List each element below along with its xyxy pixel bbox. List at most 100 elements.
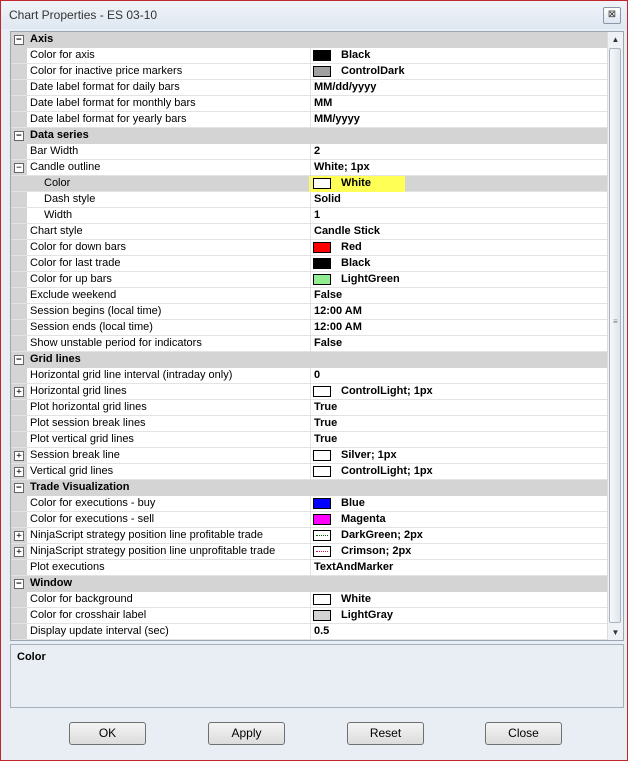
property-row[interactable]: Exclude weekend False (11, 288, 609, 304)
property-value[interactable]: 2 (314, 145, 320, 157)
property-row[interactable]: Show unstable period for indicators False (11, 336, 609, 352)
expand-icon[interactable]: + (14, 387, 24, 397)
expand-icon[interactable]: + (14, 547, 24, 557)
property-value[interactable]: True (314, 401, 337, 413)
property-row[interactable]: Color for last trade Black (11, 256, 609, 272)
property-row[interactable]: Horizontal grid line interval (intraday … (11, 368, 609, 384)
property-row[interactable]: Color for background White (11, 592, 609, 608)
property-row[interactable]: + NinjaScript strategy position line unpr… (11, 544, 609, 560)
property-value[interactable]: MM/yyyy (314, 113, 360, 125)
scroll-up-icon[interactable]: ▲ (608, 32, 623, 47)
category-label: Data series (30, 129, 89, 141)
property-row[interactable]: Color for up bars LightGreen (11, 272, 609, 288)
close-icon[interactable]: ⊠ (603, 7, 621, 24)
property-row[interactable]: Session begins (local time) 12:00 AM (11, 304, 609, 320)
property-row[interactable]: + NinjaScript strategy position line prof… (11, 528, 609, 544)
vertical-scrollbar[interactable]: ▲ ≡ ▼ (607, 32, 623, 640)
property-value[interactable]: 0 (314, 369, 320, 381)
property-value[interactable]: Black (341, 49, 370, 61)
property-value[interactable]: 1 (314, 209, 320, 221)
property-value[interactable]: MM/dd/yyyy (314, 81, 376, 93)
property-value[interactable]: White; 1px (314, 161, 370, 173)
expand-icon[interactable]: + (14, 451, 24, 461)
collapse-icon[interactable]: − (14, 163, 24, 173)
apply-button[interactable]: Apply (208, 722, 285, 745)
collapse-icon[interactable]: − (14, 355, 24, 365)
property-value[interactable]: LightGray (341, 609, 393, 621)
color-swatch (313, 546, 331, 557)
property-row[interactable]: Color for inactive price markers ControlD… (11, 64, 609, 80)
category-row[interactable]: − Data series (11, 128, 609, 144)
property-value[interactable]: ControlDark (341, 65, 405, 77)
property-row[interactable]: Color for down bars Red (11, 240, 609, 256)
property-value[interactable]: True (314, 417, 337, 429)
category-row[interactable]: − Window (11, 576, 609, 592)
property-value[interactable]: True (314, 433, 337, 445)
property-value[interactable]: False (314, 337, 342, 349)
property-value[interactable]: Magenta (341, 513, 386, 525)
property-value[interactable]: Silver; 1px (341, 449, 397, 461)
property-row[interactable]: Color for executions - buy Blue (11, 496, 609, 512)
expand-icon[interactable]: + (14, 467, 24, 477)
collapse-icon[interactable]: − (14, 483, 24, 493)
category-row[interactable]: − Trade Visualization (11, 480, 609, 496)
property-value[interactable]: DarkGreen; 2px (341, 529, 423, 541)
collapse-icon[interactable]: − (14, 35, 24, 45)
property-row[interactable]: Date label format for daily bars MM/dd/yy… (11, 80, 609, 96)
property-row[interactable]: Plot executions TextAndMarker (11, 560, 609, 576)
property-row[interactable]: Date label format for yearly bars MM/yyyy (11, 112, 609, 128)
property-row[interactable]: Dash style Solid (11, 192, 609, 208)
property-row[interactable]: Plot horizontal grid lines True (11, 400, 609, 416)
property-value[interactable]: MM (314, 97, 332, 109)
property-row[interactable]: Color for executions - sell Magenta (11, 512, 609, 528)
property-value[interactable]: LightGreen (341, 273, 400, 285)
collapse-icon[interactable]: − (14, 579, 24, 589)
expand-icon[interactable]: + (14, 531, 24, 541)
category-row[interactable]: − Grid lines (11, 352, 609, 368)
category-row[interactable]: − Axis (11, 32, 609, 48)
property-row[interactable]: Bar Width 2 (11, 144, 609, 160)
column-separator (310, 448, 311, 463)
property-value[interactable]: Solid (314, 193, 341, 205)
category-label: Window (30, 577, 73, 589)
property-value[interactable]: False (314, 289, 342, 301)
property-row[interactable]: Display update interval (sec) 0.5 (11, 624, 609, 640)
property-value[interactable]: Blue (341, 497, 365, 509)
property-value[interactable]: White (341, 177, 371, 189)
property-row[interactable]: Date label format for monthly bars MM (11, 96, 609, 112)
property-value[interactable]: ControlLight; 1px (341, 385, 433, 397)
scroll-thumb[interactable]: ≡ (609, 48, 621, 623)
property-row[interactable]: + Session break line Silver; 1px (11, 448, 609, 464)
property-value[interactable]: 12:00 AM (314, 321, 362, 333)
property-value[interactable]: Black (341, 257, 370, 269)
property-row[interactable]: Plot vertical grid lines True (11, 432, 609, 448)
property-row[interactable]: Session ends (local time) 12:00 AM (11, 320, 609, 336)
property-row[interactable]: Width 1 (11, 208, 609, 224)
color-swatch (313, 258, 331, 269)
row-margin (11, 240, 27, 255)
property-row[interactable]: Color White (11, 176, 609, 192)
property-row[interactable]: Chart style Candle Stick (11, 224, 609, 240)
color-swatch (313, 466, 331, 477)
property-row[interactable]: Plot session break lines True (11, 416, 609, 432)
property-row[interactable]: + Vertical grid lines ControlLight; 1px (11, 464, 609, 480)
property-row[interactable]: Color for axis Black (11, 48, 609, 64)
property-value[interactable]: Candle Stick (314, 225, 380, 237)
property-value[interactable]: Crimson; 2px (341, 545, 411, 557)
reset-button[interactable]: Reset (347, 722, 424, 745)
property-value[interactable]: 0.5 (314, 625, 329, 637)
close-button[interactable]: Close (485, 722, 562, 745)
property-value[interactable]: Red (341, 241, 362, 253)
property-value[interactable]: TextAndMarker (314, 561, 393, 573)
column-separator (310, 432, 311, 447)
ok-button[interactable]: OK (69, 722, 146, 745)
property-value[interactable]: 12:00 AM (314, 305, 362, 317)
property-row[interactable]: + Horizontal grid lines ControlLight; 1px (11, 384, 609, 400)
property-row[interactable]: − Candle outline White; 1px (11, 160, 609, 176)
property-row[interactable]: Color for crosshair label LightGray (11, 608, 609, 624)
collapse-icon[interactable]: − (14, 131, 24, 141)
property-name: Plot executions (30, 561, 105, 573)
scroll-down-icon[interactable]: ▼ (608, 625, 623, 640)
property-value[interactable]: White (341, 593, 371, 605)
property-value[interactable]: ControlLight; 1px (341, 465, 433, 477)
